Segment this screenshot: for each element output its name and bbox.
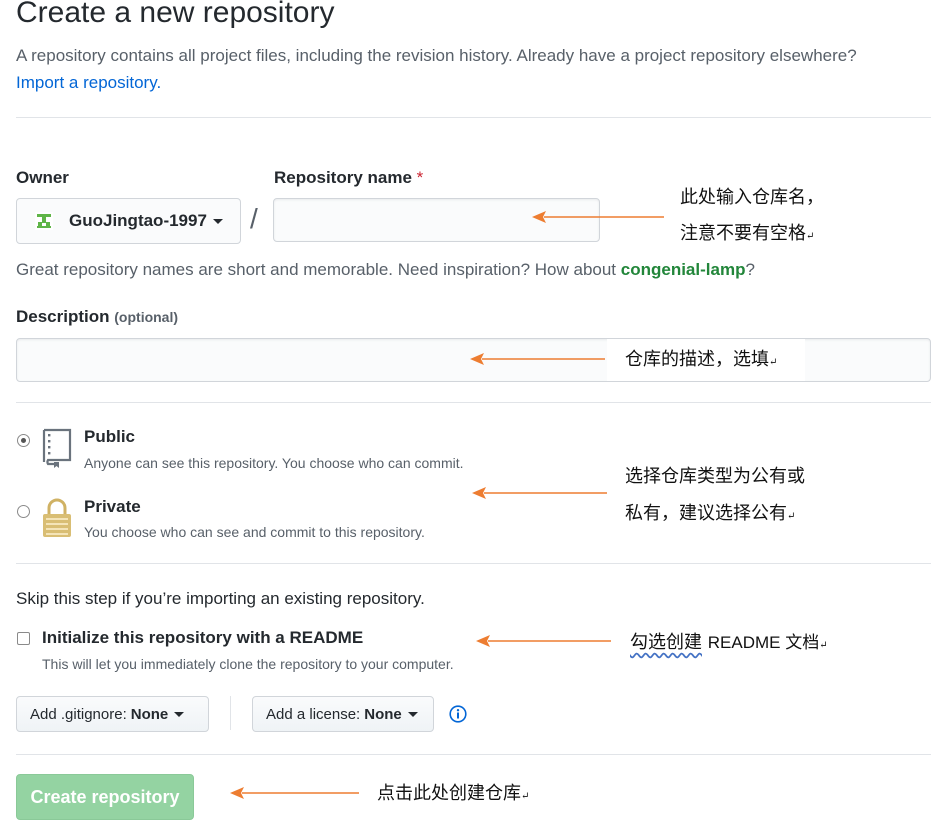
- paragraph-mark: ↵: [806, 231, 815, 242]
- required-mark: *: [416, 168, 424, 187]
- annotation-text: 仓库的描述，选填: [625, 349, 769, 370]
- license-value: None: [364, 705, 402, 723]
- create-repository-button[interactable]: Create repository: [16, 774, 194, 820]
- info-icon[interactable]: [449, 705, 467, 723]
- public-radio[interactable]: [17, 434, 30, 447]
- repo-name-label: Repository name *: [274, 168, 423, 188]
- annotation-text-underlined: 勾选创建: [630, 632, 702, 653]
- annotation-arrow: [476, 635, 611, 647]
- gitignore-value: None: [130, 705, 169, 723]
- license-prefix: Add a license:: [266, 705, 361, 723]
- paragraph-mark: ↵: [521, 791, 530, 802]
- paragraph-mark: ↵: [819, 640, 828, 651]
- paragraph-mark: ↵: [769, 357, 778, 368]
- private-title: Private: [84, 497, 141, 516]
- paragraph-mark: ↵: [787, 511, 796, 522]
- chevron-down-icon: [407, 711, 418, 717]
- annotation-line: 注意不要有空格↵: [680, 216, 824, 255]
- gitignore-prefix: Add .gitignore:: [30, 705, 127, 723]
- description-label-text: Description: [16, 307, 110, 326]
- owner-label: Owner: [16, 168, 69, 187]
- annotation-line: 此处输入仓库名，: [680, 187, 824, 208]
- owner-avatar-icon: [35, 212, 53, 230]
- annotation-arrow: [230, 787, 359, 799]
- annotation-text: README 文档: [707, 633, 820, 652]
- annotation-readme: 勾选创建 README 文档↵: [630, 625, 828, 664]
- divider: [16, 117, 931, 118]
- annotation-create: 点击此处创建仓库↵: [377, 776, 529, 815]
- chevron-down-icon: [174, 711, 185, 717]
- import-repository-link[interactable]: Import a repository.: [16, 73, 161, 92]
- license-select[interactable]: Add a license: None: [252, 696, 434, 732]
- annotation-line: 私有，建议选择公有↵: [625, 495, 805, 535]
- divider: [16, 402, 931, 403]
- page-lead: A repository contains all project files,…: [16, 42, 931, 96]
- repo-book-icon: [42, 428, 72, 468]
- chevron-down-icon: [212, 218, 223, 224]
- select-separator: [230, 696, 231, 730]
- name-suggestion[interactable]: congenial-lamp: [621, 260, 746, 279]
- repo-name-hint: Great repository names are short and mem…: [16, 260, 755, 280]
- divider: [16, 563, 931, 564]
- readme-description: This will let you immediately clone the …: [42, 656, 454, 672]
- annotation-repo-name: 此处输入仓库名， 注意不要有空格↵: [680, 180, 824, 255]
- divider: [16, 754, 931, 755]
- gitignore-select[interactable]: Add .gitignore: None: [16, 696, 209, 732]
- page-title: Create a new repository: [16, 0, 335, 29]
- private-description: You choose who can see and commit to thi…: [84, 524, 425, 540]
- annotation-arrow: [472, 487, 607, 499]
- annotation-description: 仓库的描述，选填↵: [607, 339, 805, 381]
- owner-repo-separator: /: [250, 203, 258, 234]
- annotation-line: 选择仓库类型为公有或: [625, 466, 805, 487]
- lock-icon: [43, 498, 71, 537]
- public-title: Public: [84, 427, 136, 446]
- private-radio[interactable]: [17, 505, 30, 518]
- annotation-text: 注意不要有空格: [680, 223, 806, 244]
- optional-note: (optional): [114, 309, 179, 325]
- annotation-text: 点击此处创建仓库: [377, 783, 521, 804]
- description-label: Description (optional): [16, 307, 178, 327]
- public-description: Anyone can see this repository. You choo…: [84, 455, 464, 471]
- repo-name-label-text: Repository name: [274, 168, 412, 187]
- annotation-visibility: 选择仓库类型为公有或 私有，建议选择公有↵: [625, 458, 805, 535]
- readme-checkbox[interactable]: [17, 632, 30, 645]
- readme-label[interactable]: Initialize this repository with a README: [42, 628, 363, 648]
- annotation-arrow: [470, 353, 605, 365]
- owner-select[interactable]: GuoJingtao-1997: [16, 198, 241, 244]
- skip-step-text: Skip this step if you’re importing an ex…: [16, 589, 425, 608]
- hint-text: Great repository names are short and mem…: [16, 260, 617, 279]
- annotation-text: 私有，建议选择公有: [625, 503, 787, 524]
- annotation-arrow: [532, 211, 664, 223]
- lead-text: A repository contains all project files,…: [16, 46, 857, 65]
- hint-end: ?: [745, 260, 755, 279]
- owner-name: GuoJingtao-1997: [69, 211, 207, 230]
